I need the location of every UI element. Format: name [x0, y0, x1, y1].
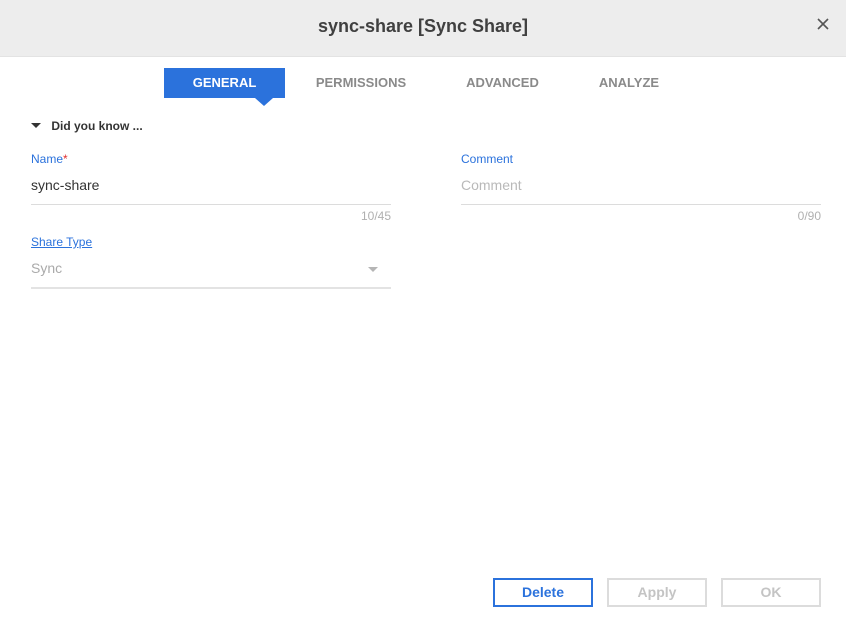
- did-you-know-toggle[interactable]: Did you know ...: [31, 119, 143, 133]
- comment-input-underline: [461, 204, 821, 205]
- tab-general[interactable]: GENERAL: [164, 68, 285, 106]
- tab-advanced-label: ADVANCED: [466, 75, 539, 90]
- comment-char-counter: 0/90: [797, 209, 821, 223]
- comment-input[interactable]: [461, 174, 821, 196]
- dialog-title: sync-share [Sync Share]: [317, 16, 529, 36]
- share-type-label: Share Type: [31, 235, 93, 249]
- name-field-label: Name*: [31, 152, 68, 166]
- tab-analyze[interactable]: ANALYZE: [588, 68, 670, 98]
- tab-permissions[interactable]: PERMISSIONS: [306, 68, 416, 98]
- share-properties-dialog: sync-share [Sync Share] GENERAL PERMISSI…: [0, 0, 846, 636]
- share-type-select[interactable]: Sync: [31, 256, 391, 288]
- required-marker: *: [63, 152, 68, 166]
- apply-button[interactable]: Apply: [607, 578, 707, 607]
- dialog-header: sync-share [Sync Share]: [0, 0, 846, 57]
- ok-button[interactable]: OK: [721, 578, 821, 607]
- tab-general-label: GENERAL: [192, 75, 257, 90]
- name-input[interactable]: [31, 174, 391, 196]
- share-type-underline: [31, 287, 391, 289]
- tab-advanced[interactable]: ADVANCED: [455, 68, 550, 98]
- tab-permissions-label: PERMISSIONS: [315, 75, 407, 90]
- tab-analyze-label: ANALYZE: [598, 75, 660, 90]
- chevron-down-icon: [368, 267, 378, 272]
- close-icon[interactable]: [815, 16, 831, 32]
- tab-bar: GENERAL PERMISSIONS ADVANCED ANALYZE: [0, 68, 846, 108]
- name-char-counter: 10/45: [360, 209, 391, 223]
- caret-down-icon: [31, 123, 41, 128]
- share-type-value: Sync: [31, 260, 63, 276]
- name-input-underline: [31, 204, 391, 205]
- did-you-know-label: Did you know ...: [51, 119, 143, 133]
- name-label-text: Name: [31, 152, 64, 166]
- delete-button[interactable]: Delete: [493, 578, 593, 607]
- comment-field-label: Comment: [461, 152, 514, 166]
- active-tab-indicator: [255, 98, 273, 106]
